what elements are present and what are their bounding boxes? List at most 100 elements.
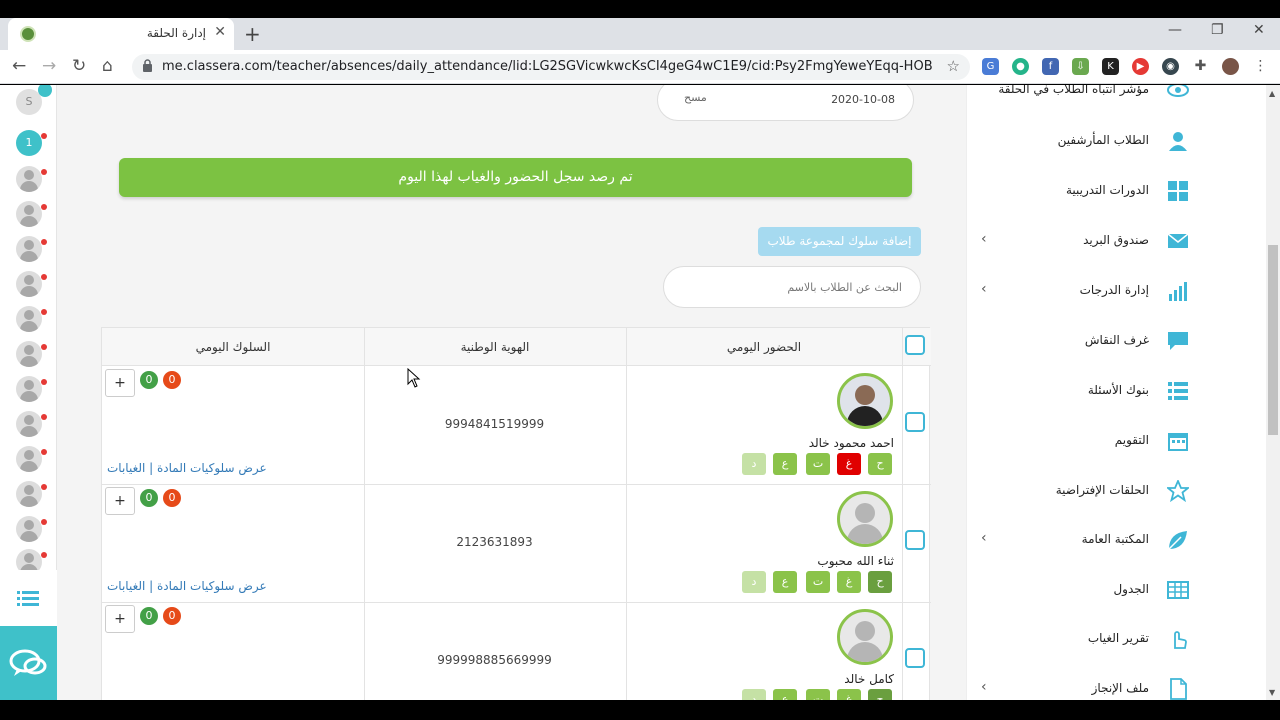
page-viewport: S 1 2020-10-08 مسح تم رصد سجل الحضور وال… [0, 85, 1266, 700]
bar-chart-icon [1169, 282, 1187, 301]
sidebar-item-schedule[interactable]: الجدول [967, 570, 1207, 610]
attendance-excused-button[interactable]: ع [773, 453, 797, 475]
new-tab-icon[interactable]: + [244, 22, 261, 46]
attendance-late-button[interactable]: ت [806, 571, 830, 593]
contact-avatar[interactable] [16, 481, 42, 507]
sidebar-item-question-banks[interactable]: بنوك الأسئلة [967, 371, 1207, 411]
mail-icon [1167, 233, 1189, 248]
column-divider [902, 328, 903, 700]
tab-close-icon[interactable]: ✕ [214, 24, 226, 40]
facebook-extension-icon[interactable]: f [1042, 58, 1059, 75]
sidebar-item-discussion-rooms[interactable]: غرف النقاش [967, 321, 1207, 361]
sidebar-item-archived-students[interactable]: الطلاب المأرشفين [967, 121, 1207, 161]
settings-gear-icon[interactable] [38, 85, 52, 97]
chat-button[interactable] [0, 626, 57, 700]
row-checkbox[interactable] [905, 530, 925, 550]
sidebar-item-attention-index[interactable]: مؤشر انتباه الطلاب في الحلقة [967, 85, 1207, 110]
scroll-thumb[interactable] [1268, 245, 1278, 435]
contact-avatar[interactable] [16, 376, 42, 402]
status-dot [41, 519, 47, 525]
sidebar-item-portfolio[interactable]: ‹ ملف الإنجاز [967, 669, 1207, 700]
sidebar-item-public-library[interactable]: ‹ المكتبة العامة [967, 520, 1207, 560]
page-scrollbar[interactable]: ▲ ▼ [1266, 85, 1280, 700]
profile-avatar[interactable] [1222, 58, 1239, 75]
contact-avatar[interactable] [16, 166, 42, 192]
grammar-extension-icon[interactable]: ● [1012, 58, 1029, 75]
tab-active[interactable]: إدارة الحلقة ✕ [8, 18, 234, 50]
reload-icon[interactable]: ↻ [72, 56, 86, 76]
attendance-d-button[interactable]: د [742, 453, 766, 475]
student-name: ثناء الله محبوب [817, 554, 894, 568]
close-window-icon[interactable]: ✕ [1253, 22, 1265, 38]
contact-avatar[interactable] [16, 271, 42, 297]
attendance-late-button[interactable]: ت [806, 689, 830, 700]
address-bar[interactable]: me.classera.com/teacher/absences/daily_a… [132, 54, 970, 80]
main-content: 2020-10-08 مسح تم رصد سجل الحضور والغياب… [57, 85, 966, 700]
contact-avatar[interactable] [16, 236, 42, 262]
sidebar-item-mailbox[interactable]: ‹ صندوق البريد [967, 221, 1207, 261]
sidebar-item-label: مؤشر انتباه الطلاب في الحلقة [998, 85, 1149, 96]
select-all-checkbox[interactable] [905, 335, 925, 355]
attendance-late-button[interactable]: ت [806, 453, 830, 475]
sidebar-item-virtual-classes[interactable]: الحلقات الإفتراضية [967, 471, 1207, 511]
student-search-input[interactable]: البحث عن الطلاب بالاسم [663, 266, 921, 308]
unread-count-avatar[interactable]: 1 [16, 130, 42, 156]
scroll-down-arrow-icon[interactable]: ▼ [1269, 688, 1275, 697]
positive-count-badge: 0 [140, 489, 158, 507]
behavior-absence-link[interactable]: عرض سلوكيات المادة | الغيابات [107, 461, 267, 475]
row-checkbox[interactable] [905, 412, 925, 432]
status-dot [41, 169, 47, 175]
attendance-d-button[interactable]: د [742, 689, 766, 700]
attendance-absent-button[interactable]: غ [837, 453, 861, 475]
back-icon[interactable]: ← [12, 56, 26, 76]
contact-avatar[interactable] [16, 446, 42, 472]
eye-extension-icon[interactable]: ◉ [1162, 58, 1179, 75]
scroll-up-arrow-icon[interactable]: ▲ [1269, 89, 1275, 98]
add-behavior-button[interactable]: + [105, 605, 135, 633]
contact-avatar[interactable] [16, 201, 42, 227]
behavior-absence-link[interactable]: عرض سلوكيات المادة | الغيابات [107, 579, 267, 593]
sidebar-item-courses[interactable]: الدورات التدريبية [967, 171, 1207, 211]
contact-avatar[interactable] [16, 306, 42, 332]
attendance-excused-button[interactable]: ع [773, 571, 797, 593]
tab-title: إدارة الحلقة [146, 26, 206, 40]
attendance-absent-button[interactable]: غ [837, 689, 861, 700]
chevron-left-icon: ‹ [981, 231, 987, 247]
minimize-icon[interactable]: — [1168, 22, 1182, 38]
restore-icon[interactable]: ❐ [1211, 22, 1224, 38]
sidebar-item-label: تقرير الغياب [1087, 631, 1149, 645]
date-filter[interactable]: 2020-10-08 مسح [657, 85, 914, 121]
sidebar-item-calendar[interactable]: التقويم [967, 421, 1207, 461]
extensions-puzzle-icon[interactable]: ✚ [1192, 58, 1209, 75]
add-behavior-button[interactable]: + [105, 487, 135, 515]
sidebar-item-grades[interactable]: ‹ إدارة الدرجات [967, 271, 1207, 311]
negative-count-badge: 0 [163, 489, 181, 507]
attendance-present-button[interactable]: ح [868, 453, 892, 475]
download-extension-icon[interactable]: ⇩ [1072, 58, 1089, 75]
row-checkbox[interactable] [905, 648, 925, 668]
clear-button[interactable]: مسح [684, 91, 707, 104]
menu-kebab-icon[interactable]: ⋮ [1252, 58, 1269, 75]
contact-avatar[interactable] [16, 411, 42, 437]
attendance-present-button[interactable]: ح [868, 689, 892, 700]
add-group-behavior-button[interactable]: إضافة سلوك لمجموعة طلاب [758, 227, 921, 256]
contact-avatar[interactable] [16, 341, 42, 367]
home-icon[interactable]: ⌂ [102, 56, 113, 76]
attendance-absent-button[interactable]: غ [837, 571, 861, 593]
status-dot [41, 484, 47, 490]
status-dot [41, 309, 47, 315]
chat-list-button[interactable] [0, 570, 57, 626]
add-behavior-button[interactable]: + [105, 369, 135, 397]
attendance-d-button[interactable]: د [742, 571, 766, 593]
attendance-present-button[interactable]: ح [868, 571, 892, 593]
bookmark-star-icon[interactable]: ☆ [947, 57, 960, 75]
success-banner: تم رصد سجل الحضور والغياب لهذا اليوم [119, 158, 912, 197]
status-dot [41, 379, 47, 385]
k-extension-icon[interactable]: K [1102, 58, 1119, 75]
sidebar-item-absence-report[interactable]: تقرير الغياب [967, 619, 1207, 659]
play-extension-icon[interactable]: ▶ [1132, 58, 1149, 75]
forward-icon[interactable]: → [42, 56, 56, 76]
translate-extension-icon[interactable]: G [982, 58, 999, 75]
contact-avatar[interactable] [16, 516, 42, 542]
attendance-excused-button[interactable]: ع [773, 689, 797, 700]
